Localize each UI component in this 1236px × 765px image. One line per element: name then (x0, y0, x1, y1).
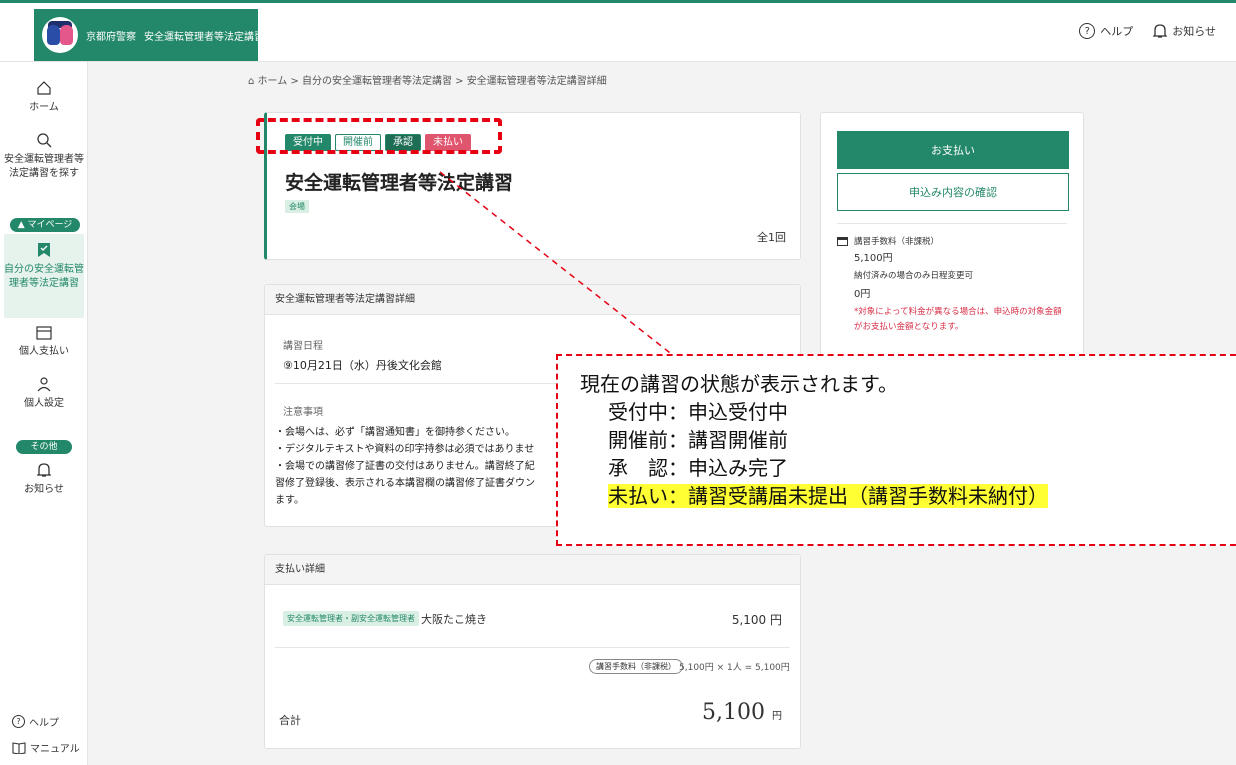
status-callout: 現在の講習の状態が表示されます。 受付中：申込受付中 開催前：講習開催前 承 認… (556, 354, 1236, 546)
callout-line: 開催前：講習開催前 (608, 428, 788, 452)
callout-highlight-text: 未払い：講習受講届未提出（講習手数料未納付） (608, 484, 1048, 508)
status-highlight-box (256, 118, 502, 154)
callout-line: 受付中：申込受付中 (608, 400, 788, 424)
callout-line-highlighted: 未払い：講習受講届未提出（講習手数料未納付） (580, 482, 1236, 510)
callout-intro: 現在の講習の状態が表示されます。 (580, 372, 898, 396)
callout-line: 承 認：申込み完了 (608, 456, 788, 480)
